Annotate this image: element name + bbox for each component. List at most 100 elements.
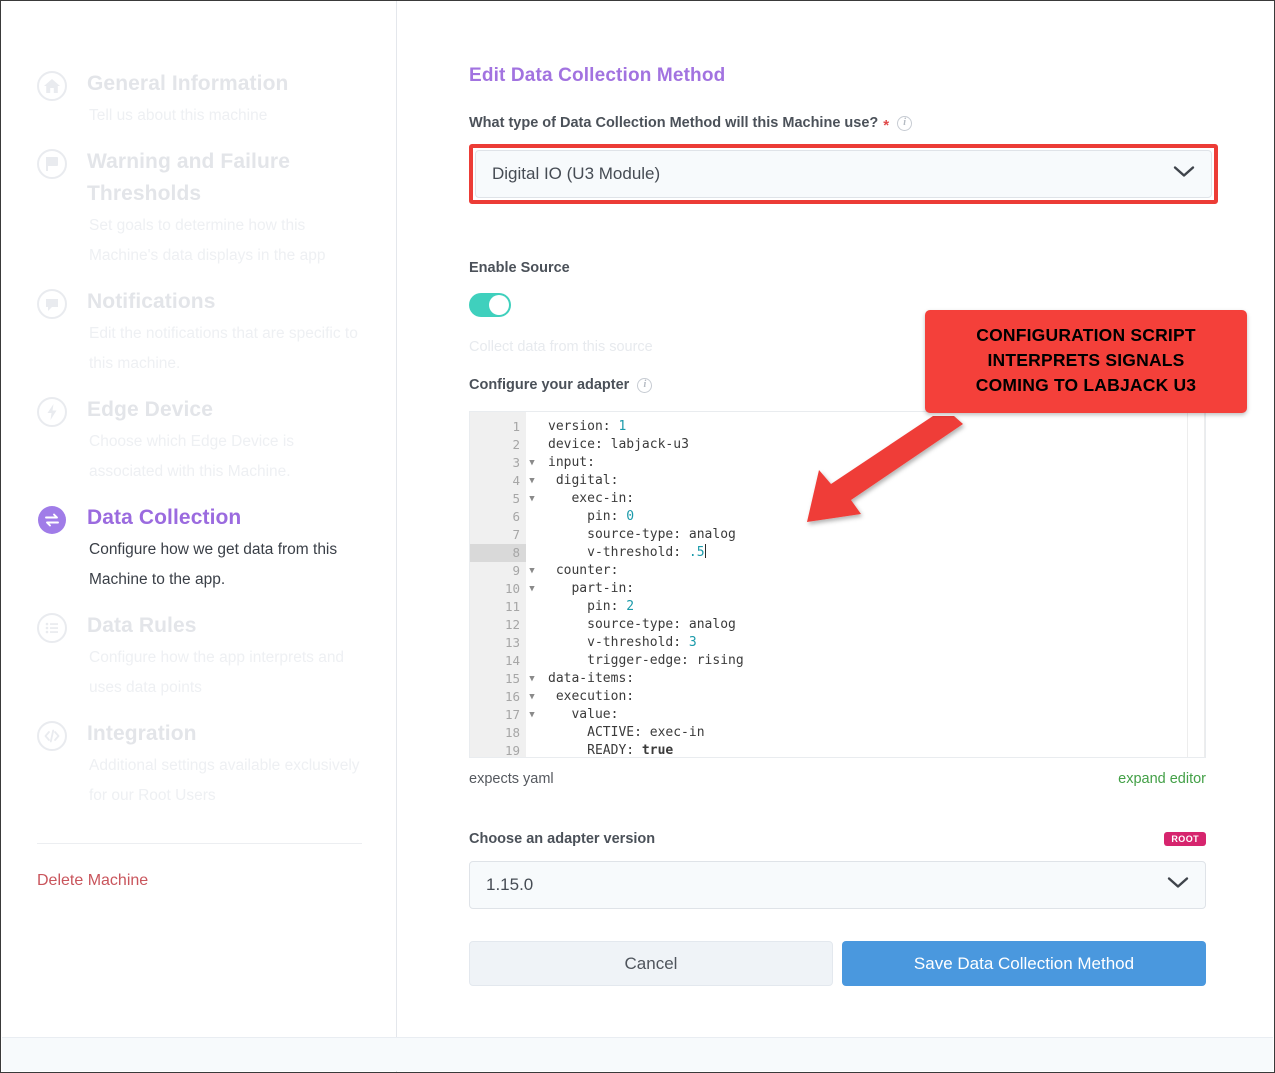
enable-source-toggle[interactable] [469, 293, 511, 317]
editor-line-number: 11 [504, 599, 520, 614]
editor-line-number: 17 ▼ [470, 706, 535, 724]
window-status-bar [2, 1037, 1273, 1071]
editor-line-number: 2 [512, 437, 520, 452]
sidebar-item-edge-device[interactable]: Edge Device Choose which Edge Device is … [35, 385, 362, 487]
configure-adapter-text: Configure your adapter [469, 377, 630, 393]
text-caret [704, 544, 706, 558]
adapter-version-value: 1.15.0 [486, 875, 534, 894]
data-collection-method-select[interactable]: Digital IO (U3 Module) [475, 150, 1212, 198]
editor-code-line: pin: 0 [548, 509, 635, 524]
sidebar-item-desc: Configure how the app interprets and use… [89, 649, 345, 696]
sidebar-item-warning-and-failure-thresholds[interactable]: Warning and Failure Thresholds Set goals… [35, 137, 362, 271]
sidebar-item-desc: Tell us about this machine [89, 107, 268, 124]
sidebar-item-title: Integration [87, 722, 197, 745]
sidebar-item-desc: Additional settings available exclusivel… [89, 757, 360, 804]
editor-scrollbar-track[interactable] [1187, 412, 1188, 757]
sidebar-item-title: Data Rules [87, 614, 197, 637]
editor-line-number: 4 ▼ [470, 472, 534, 490]
editor-line-number: 3 ▼ [470, 454, 534, 472]
home-icon [35, 69, 69, 103]
editor-code-line: counter: [548, 563, 619, 578]
method-question-label: What type of Data Collection Method will… [469, 115, 1218, 134]
editor-line-number: 15 ▼ [470, 670, 535, 688]
chat-icon [35, 287, 69, 321]
sidebar-item-notifications[interactable]: Notifications Edit the notifications tha… [35, 277, 362, 379]
editor-line-number: 1 [512, 419, 520, 434]
info-icon[interactable]: i [637, 377, 653, 393]
method-question-text: What type of Data Collection Method will… [469, 115, 879, 131]
editor-code-line: value: [548, 707, 619, 722]
editor-code-line: device: labjack-u3 [548, 437, 689, 452]
sidebar-item-desc: Choose which Edge Device is associated w… [89, 433, 295, 480]
editor-line-number: 16 ▼ [470, 688, 535, 706]
editor-line-number: 18 [504, 725, 520, 740]
editor-footer: expects yaml expand editor [469, 771, 1206, 787]
editor-code-line: input: [548, 455, 595, 470]
expand-editor-link[interactable]: expand editor [1118, 771, 1206, 787]
editor-code-line: part-in: [548, 581, 635, 596]
sidebar-item-general-information[interactable]: General Information Tell us about this m… [35, 59, 362, 131]
sidebar-item-title: General Information [87, 72, 289, 95]
form-actions: Cancel Save Data Collection Method [469, 941, 1206, 986]
info-icon[interactable]: i [897, 115, 913, 131]
flag-icon [35, 147, 69, 181]
toggle-knob [489, 295, 509, 315]
editor-code-line: data-items: [548, 671, 635, 686]
root-badge: ROOT [1164, 832, 1206, 846]
code-icon [35, 719, 69, 753]
editor-code-line: ACTIVE: exec-in [548, 725, 705, 740]
adapter-version-label: Choose an adapter version [469, 831, 656, 847]
sidebar-item-integration[interactable]: Integration Additional settings availabl… [35, 709, 362, 811]
method-select-value: Digital IO (U3 Module) [492, 164, 661, 183]
sidebar-item-desc: Configure how we get data from this Mach… [89, 541, 338, 588]
editor-line-number: 12 [504, 617, 520, 632]
editor-code-line: READY: true [548, 743, 674, 758]
editor-line-number: 8 [470, 544, 526, 562]
editor-line-number: 6 [512, 509, 520, 524]
sidebar-divider [37, 843, 362, 844]
adapter-version-select[interactable]: 1.15.0 [469, 861, 1206, 909]
sidebar-item-data-rules[interactable]: Data Rules Configure how the app interpr… [35, 601, 362, 703]
exchange-icon [35, 503, 69, 537]
editor-code-line: exec-in: [548, 491, 635, 506]
chevron-down-icon [1167, 876, 1189, 895]
app-window: General Information Tell us about this m… [0, 0, 1275, 1073]
list-icon [35, 611, 69, 645]
method-select-highlight: Digital IO (U3 Module) [469, 144, 1218, 204]
annotation-callout: CONFIGURATION SCRIPT INTERPRETS SIGNALS … [925, 310, 1247, 413]
editor-code-line: v-threshold: .5 [548, 544, 706, 560]
bolt-icon [35, 395, 69, 429]
enable-source-label: Enable Source [469, 260, 570, 276]
editor-code-line: execution: [548, 689, 635, 704]
editor-edge-line [1204, 412, 1205, 757]
editor-line-number: 7 [512, 527, 520, 542]
sidebar-item-title: Data Collection [87, 506, 242, 529]
editor-code-line: trigger-edge: rising [548, 653, 744, 668]
required-marker: * [883, 116, 890, 134]
editor-code-line: digital: [548, 473, 619, 488]
editor-format-hint: expects yaml [469, 771, 554, 787]
delete-machine-link[interactable]: Delete Machine [37, 872, 362, 890]
sidebar-item-desc: Set goals to determine how this Machine'… [89, 217, 326, 264]
editor-gutter: 1 2 3 ▼ 4 ▼ 5 ▼ 6 7 8 9 ▼ 10 ▼ 11 12 13 14 15 ▼ 16 ▼ 17 ▼ 18 19 [470, 412, 535, 758]
editor-code-area[interactable]: version: 1 device: labjack-u3 input: digit… [526, 412, 1205, 757]
sidebar-item-title: Warning and Failure Thresholds [87, 150, 290, 205]
editor-line-number: 14 [504, 653, 520, 668]
editor-line-number: 10 ▼ [470, 580, 535, 598]
editor-code-line: version: 1 [548, 419, 627, 434]
editor-line-number: 9 ▼ [470, 562, 534, 580]
main-content: Edit Data Collection Method What type of… [397, 1, 1274, 1072]
editor-code-line: v-threshold: 3 [548, 635, 697, 650]
save-data-collection-method-button[interactable]: Save Data Collection Method [842, 941, 1206, 986]
sidebar-item-desc: Edit the notifications that are specific… [89, 325, 358, 372]
editor-code-line: pin: 2 [548, 599, 635, 614]
sidebar-item-title: Notifications [87, 290, 216, 313]
adapter-version-row: Choose an adapter version ROOT [469, 831, 1206, 847]
sidebar-item-title: Edge Device [87, 398, 213, 421]
cancel-button[interactable]: Cancel [469, 941, 833, 986]
sidebar-item-data-collection[interactable]: Data Collection Configure how we get dat… [35, 493, 362, 595]
adapter-config-editor[interactable]: 1 2 3 ▼ 4 ▼ 5 ▼ 6 7 8 9 ▼ 10 ▼ 11 12 13 14 15 ▼ 16 ▼ 17 ▼ 18 19 ve… [469, 411, 1206, 758]
editor-line-number: 19 [504, 743, 520, 758]
editor-code-line: source-type: analog [548, 527, 736, 542]
editor-line-number: 13 [504, 635, 520, 650]
